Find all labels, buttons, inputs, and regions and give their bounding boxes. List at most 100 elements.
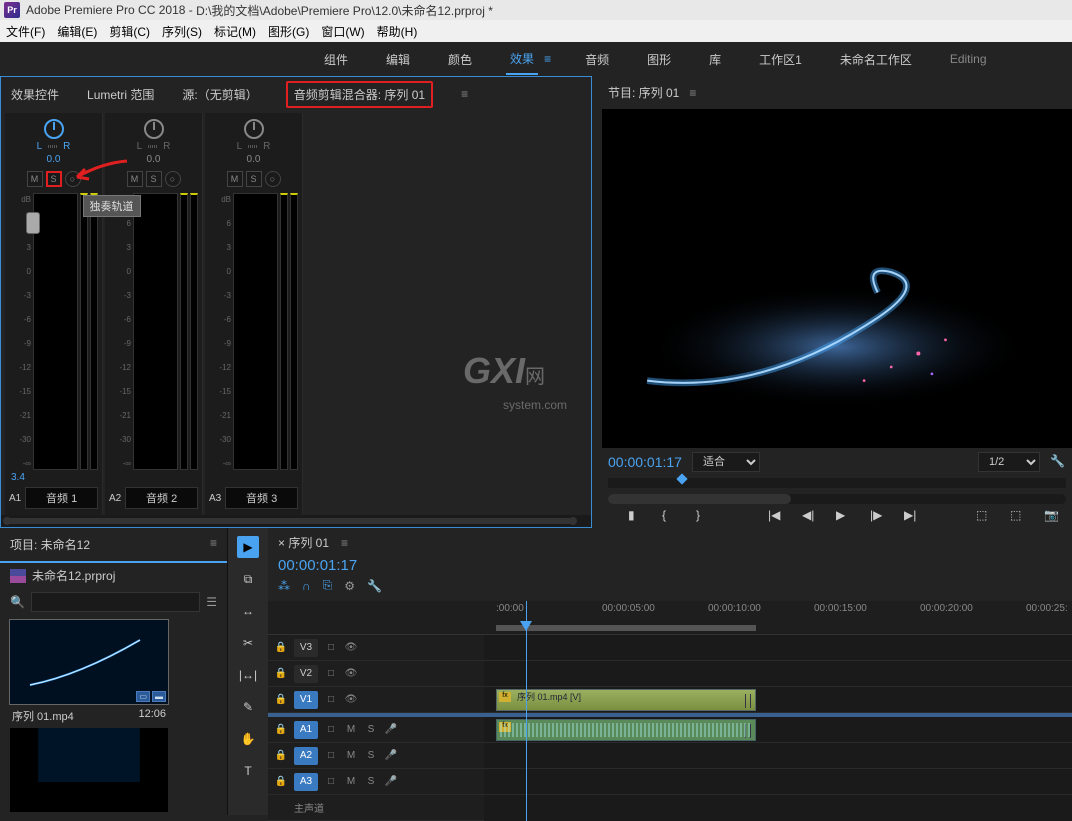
type-tool-icon[interactable]: T: [237, 760, 259, 782]
fader-a2[interactable]: [133, 193, 178, 470]
project-search-input[interactable]: [31, 592, 200, 612]
eye-icon[interactable]: 👁: [344, 641, 358, 655]
ws-tab-graphics[interactable]: 图形: [643, 45, 675, 74]
pan-value-a1[interactable]: 0.0: [47, 154, 61, 165]
menu-graphics[interactable]: 图形(G): [268, 23, 309, 40]
track-lane-a2[interactable]: [484, 743, 1072, 769]
play-icon[interactable]: ▶: [836, 508, 852, 524]
magnet-icon[interactable]: ∩: [302, 579, 311, 593]
markers-icon[interactable]: ⚙: [344, 579, 355, 593]
step-fwd-icon[interactable]: |▶: [870, 508, 886, 524]
fx-icon[interactable]: □: [324, 641, 338, 655]
monitor-timecode[interactable]: 00:00:01:17: [608, 454, 682, 470]
extract-icon[interactable]: ⬚: [1010, 508, 1026, 524]
selection-tool-icon[interactable]: ▶: [237, 536, 259, 558]
track-header-a1[interactable]: 🔒 A1 □ M S 🎤: [268, 717, 484, 743]
wrench-icon[interactable]: 🔧: [1050, 454, 1066, 470]
track-lane-v2[interactable]: [484, 661, 1072, 687]
track-header-v2[interactable]: 🔒 V2 □ 👁: [268, 661, 484, 687]
menu-clip[interactable]: 剪辑(C): [109, 23, 150, 40]
track-label-a2[interactable]: A2: [294, 747, 318, 765]
track-lane-v1[interactable]: fx 序列 01.mp4 [V]: [484, 687, 1072, 713]
pan-knob-a1[interactable]: [44, 119, 64, 139]
mute-button-a3[interactable]: M: [227, 171, 243, 187]
track-label-v3[interactable]: V3: [294, 639, 318, 657]
ws-tab-color[interactable]: 颜色: [444, 45, 476, 74]
bracket-out-icon[interactable]: }: [696, 508, 712, 524]
pan-value-a2[interactable]: 0.0: [147, 154, 161, 165]
monitor-scrollbar[interactable]: [608, 494, 1066, 504]
pan-knob-a2[interactable]: [144, 119, 164, 139]
channel-name-a2[interactable]: 音频 2: [125, 487, 198, 509]
panel-menu-icon[interactable]: ≡: [461, 87, 468, 101]
fader-a3[interactable]: [233, 193, 278, 470]
slip-tool-icon[interactable]: |↔|: [237, 664, 259, 686]
tab-source[interactable]: 源:（无剪辑）: [182, 86, 257, 103]
track-header-a2[interactable]: 🔒 A2 □ M S 🎤: [268, 743, 484, 769]
ws-tab-assembly[interactable]: 组件: [320, 45, 352, 74]
record-button-a3[interactable]: ○: [265, 171, 281, 187]
pan-knob-a3[interactable]: [244, 119, 264, 139]
hand-tool-icon[interactable]: ✋: [237, 728, 259, 750]
ws-tab-unnamed[interactable]: 未命名工作区: [836, 45, 916, 74]
channel-name-a3[interactable]: 音频 3: [225, 487, 298, 509]
project-menu-icon[interactable]: ≡: [210, 536, 217, 553]
solo-button-a1[interactable]: S: [46, 171, 62, 187]
volume-value-a1[interactable]: 3.4: [5, 472, 25, 483]
track-header-v3[interactable]: 🔒 V3 □ 👁: [268, 635, 484, 661]
ws-tab-effects[interactable]: 效果: [506, 44, 538, 75]
ws-editing-label[interactable]: Editing: [946, 46, 991, 72]
monitor-menu-icon[interactable]: ≡: [689, 86, 696, 100]
project-item-name[interactable]: 序列 01.mp4: [12, 708, 74, 724]
monitor-timeline[interactable]: [608, 478, 1066, 488]
timeline-title[interactable]: × 序列 01: [278, 534, 329, 551]
lock-icon[interactable]: 🔒: [274, 641, 288, 655]
menu-edit[interactable]: 编辑(E): [57, 23, 97, 40]
project-item-thumb[interactable]: ▭▬: [10, 620, 168, 704]
track-label-a3[interactable]: A3: [294, 773, 318, 791]
mark-in-icon[interactable]: ▮: [628, 508, 644, 524]
tab-audio-clip-mixer[interactable]: 音频剪辑混合器: 序列 01: [286, 81, 433, 108]
record-button-a2[interactable]: ○: [165, 171, 181, 187]
track-label-a1[interactable]: A1: [294, 721, 318, 739]
track-lane-a3[interactable]: [484, 769, 1072, 795]
step-back-icon[interactable]: ◀|: [802, 508, 818, 524]
ws-tab-menu-icon[interactable]: ≡: [544, 52, 551, 66]
fit-selector[interactable]: 适合: [692, 452, 760, 472]
tab-effect-controls[interactable]: 效果控件: [11, 86, 59, 103]
lift-icon[interactable]: ⬚: [976, 508, 992, 524]
mute-button-a1[interactable]: M: [27, 171, 43, 187]
goto-out-icon[interactable]: ▶|: [904, 508, 920, 524]
track-label-v1[interactable]: V1: [294, 691, 318, 709]
bracket-in-icon[interactable]: {: [662, 508, 678, 524]
fader-a1[interactable]: [33, 193, 78, 470]
track-header-master[interactable]: 主声道: [268, 795, 484, 821]
tab-lumetri[interactable]: Lumetri 范围: [87, 86, 154, 103]
menu-sequence[interactable]: 序列(S): [162, 23, 202, 40]
channel-name-a1[interactable]: 音频 1: [25, 487, 98, 509]
playhead[interactable]: [526, 601, 527, 821]
track-lane-a1[interactable]: fx: [484, 717, 1072, 743]
track-lane-v3[interactable]: [484, 635, 1072, 661]
track-select-tool-icon[interactable]: ⧉: [237, 568, 259, 590]
pan-value-a3[interactable]: 0.0: [247, 154, 261, 165]
mixer-scroll[interactable]: [1, 515, 591, 527]
solo-button-a2[interactable]: S: [146, 171, 162, 187]
list-view-icon[interactable]: ☰: [206, 595, 217, 609]
ripple-tool-icon[interactable]: ↔: [237, 600, 259, 622]
track-header-v1[interactable]: 🔒 V1 □ 👁: [268, 687, 484, 713]
mic-icon[interactable]: 🎤: [384, 723, 398, 737]
menu-window[interactable]: 窗口(W): [321, 23, 364, 40]
goto-in-icon[interactable]: |◀: [768, 508, 784, 524]
export-frame-icon[interactable]: 📷: [1044, 508, 1060, 524]
ws-tab-editing[interactable]: 编辑: [382, 45, 414, 74]
track-label-v2[interactable]: V2: [294, 665, 318, 683]
audio-clip[interactable]: fx: [496, 719, 756, 741]
program-viewport[interactable]: [602, 109, 1072, 448]
solo-button-a3[interactable]: S: [246, 171, 262, 187]
ws-tab-audio[interactable]: 音频: [581, 45, 613, 74]
record-button-a1[interactable]: ○: [65, 171, 81, 187]
razor-tool-icon[interactable]: ✂: [237, 632, 259, 654]
pen-tool-icon[interactable]: ✎: [237, 696, 259, 718]
ws-tab-library[interactable]: 库: [705, 45, 725, 74]
